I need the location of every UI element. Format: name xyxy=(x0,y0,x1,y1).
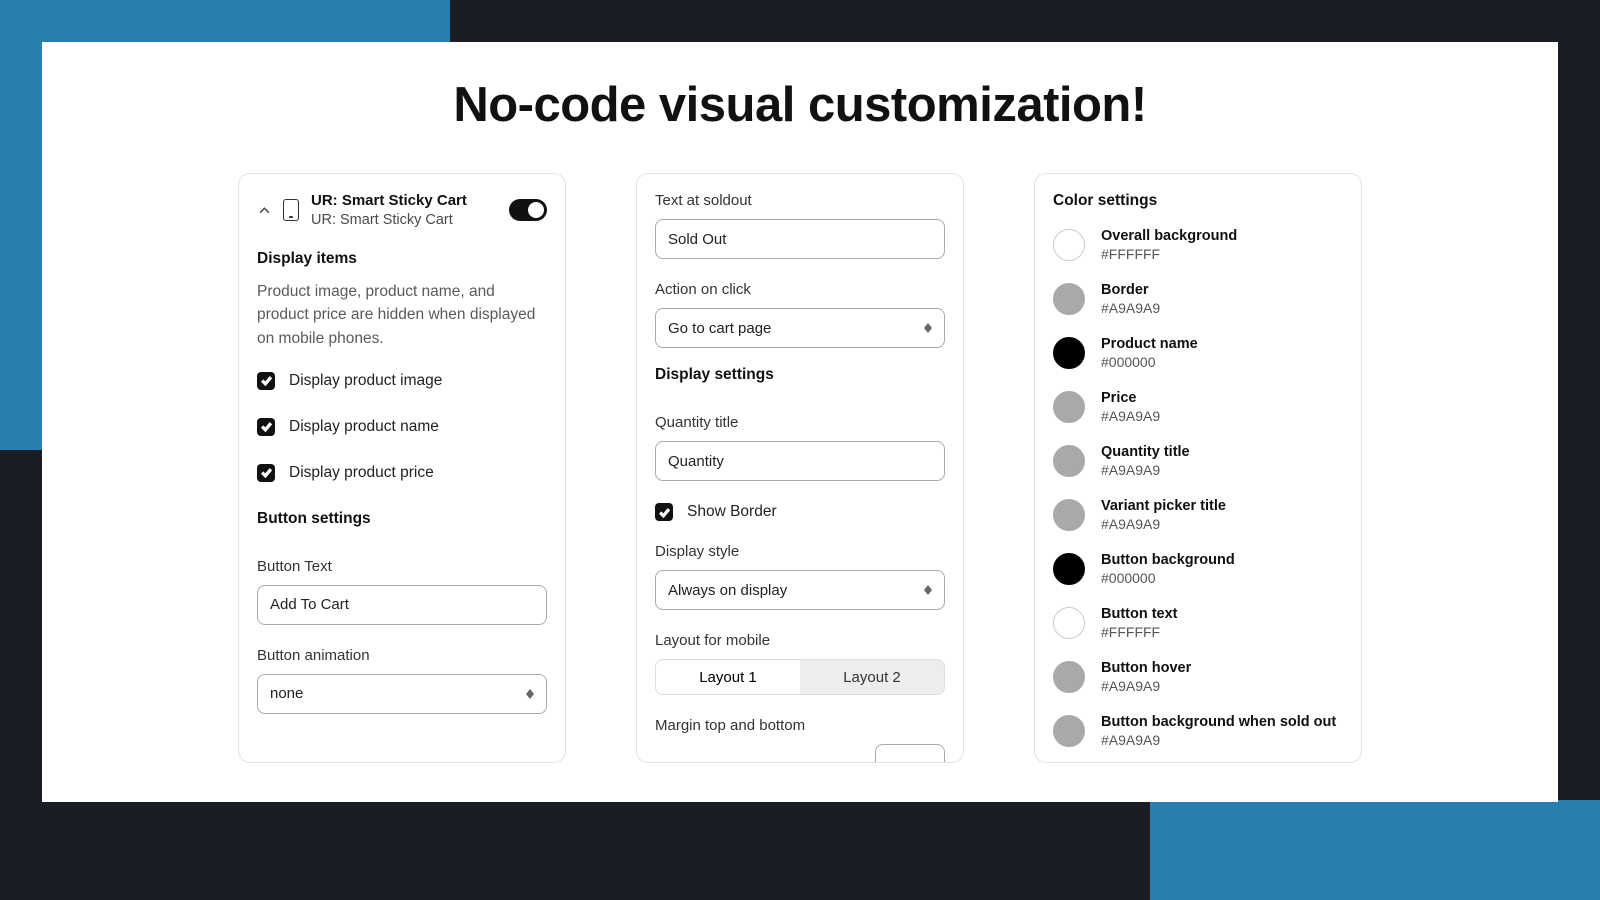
color-swatch[interactable] xyxy=(1053,337,1085,369)
color-hex: #000000 xyxy=(1101,354,1198,370)
main-panel: No-code visual customization! UR: Smart … xyxy=(42,42,1558,802)
color-swatch[interactable] xyxy=(1053,553,1085,585)
checkbox-label: Display product image xyxy=(289,372,442,390)
action-on-click-label: Action on click xyxy=(655,281,945,298)
mobile-icon xyxy=(283,199,299,221)
color-swatch[interactable] xyxy=(1053,229,1085,261)
color-swatch[interactable] xyxy=(1053,607,1085,639)
chevron-up-icon[interactable] xyxy=(257,203,271,217)
card-subtitle: UR: Smart Sticky Cart xyxy=(311,212,497,228)
checkbox-label: Display product name xyxy=(289,418,439,436)
color-name: Border xyxy=(1101,282,1160,298)
card-color-settings: Color settings Overall background #FFFFFF… xyxy=(1034,173,1362,763)
color-name: Quantity title xyxy=(1101,444,1190,460)
select-arrows-icon xyxy=(924,585,932,595)
color-name: Price xyxy=(1101,390,1160,406)
margin-input[interactable] xyxy=(875,744,945,763)
checkbox-icon xyxy=(257,418,275,436)
color-row: Product name #000000 xyxy=(1053,336,1343,370)
checkbox-icon xyxy=(257,372,275,390)
color-name: Button background xyxy=(1101,552,1235,568)
color-swatch[interactable] xyxy=(1053,283,1085,315)
select-arrows-icon xyxy=(526,689,534,699)
display-items-desc: Product image, product name, and product… xyxy=(257,280,547,350)
soldout-label: Text at soldout xyxy=(655,192,945,209)
checkbox-label: Display product price xyxy=(289,464,434,482)
layout-1-button[interactable]: Layout 1 xyxy=(656,660,800,694)
color-row: Quantity title #A9A9A9 xyxy=(1053,444,1343,478)
display-style-label: Display style xyxy=(655,543,945,560)
color-row: Overall background #FFFFFF xyxy=(1053,228,1343,262)
color-hex: #A9A9A9 xyxy=(1101,516,1226,532)
soldout-input[interactable] xyxy=(655,219,945,259)
color-swatch[interactable] xyxy=(1053,391,1085,423)
color-hex: #A9A9A9 xyxy=(1101,678,1191,694)
checkbox-show-border[interactable]: Show Border xyxy=(655,503,945,521)
color-row: Button background when sold out #A9A9A9 xyxy=(1053,714,1343,748)
button-animation-label: Button animation xyxy=(257,647,547,664)
layout-mobile-label: Layout for mobile xyxy=(655,632,945,649)
section-button-settings: Button settings xyxy=(257,510,547,528)
display-style-select[interactable]: Always on display xyxy=(655,570,945,610)
decor-blue-bottomright xyxy=(1150,800,1600,900)
color-name: Product name xyxy=(1101,336,1198,352)
checkbox-label: Show Border xyxy=(687,503,777,521)
layout-2-button[interactable]: Layout 2 xyxy=(800,660,944,694)
color-name: Variant picker title xyxy=(1101,498,1226,514)
quantity-title-input[interactable] xyxy=(655,441,945,481)
color-hex: #FFFFFF xyxy=(1101,624,1178,640)
color-row: Border #A9A9A9 xyxy=(1053,282,1343,316)
cards-row: UR: Smart Sticky Cart UR: Smart Sticky C… xyxy=(42,173,1558,763)
color-name: Button hover xyxy=(1101,660,1191,676)
button-text-input[interactable] xyxy=(257,585,547,625)
color-name: Overall background xyxy=(1101,228,1237,244)
checkbox-icon xyxy=(257,464,275,482)
color-swatch[interactable] xyxy=(1053,715,1085,747)
color-row: Button background #000000 xyxy=(1053,552,1343,586)
color-swatch[interactable] xyxy=(1053,499,1085,531)
card-header: UR: Smart Sticky Cart UR: Smart Sticky C… xyxy=(257,192,547,228)
action-on-click-select[interactable]: Go to cart page xyxy=(655,308,945,348)
color-hex: #000000 xyxy=(1101,570,1235,586)
select-arrows-icon xyxy=(924,323,932,333)
section-display-settings: Display settings xyxy=(655,366,945,384)
color-name: Button text xyxy=(1101,606,1178,622)
color-row: Button text #FFFFFF xyxy=(1053,606,1343,640)
card-display-settings: Text at soldout Action on click Go to ca… xyxy=(636,173,964,763)
color-row: Button hover #A9A9A9 xyxy=(1053,660,1343,694)
checkbox-product-price[interactable]: Display product price xyxy=(257,464,547,482)
quantity-title-label: Quantity title xyxy=(655,414,945,431)
section-display-items: Display items xyxy=(257,250,547,268)
checkbox-icon xyxy=(655,503,673,521)
color-row: Variant picker title #A9A9A9 xyxy=(1053,498,1343,532)
layout-segmented: Layout 1 Layout 2 xyxy=(655,659,945,695)
color-hex: #FFFFFF xyxy=(1101,246,1237,262)
color-hex: #A9A9A9 xyxy=(1101,408,1160,424)
button-animation-select[interactable]: none xyxy=(257,674,547,714)
enable-toggle[interactable] xyxy=(509,199,547,221)
margin-label: Margin top and bottom xyxy=(655,717,945,734)
select-value: Always on display xyxy=(668,582,787,599)
hero-title: No-code visual customization! xyxy=(42,42,1558,133)
color-hex: #A9A9A9 xyxy=(1101,462,1190,478)
section-color-settings: Color settings xyxy=(1053,192,1343,210)
card-title: UR: Smart Sticky Cart xyxy=(311,192,497,209)
checkbox-product-name[interactable]: Display product name xyxy=(257,418,547,436)
color-row: Price #A9A9A9 xyxy=(1053,390,1343,424)
checkbox-product-image[interactable]: Display product image xyxy=(257,372,547,390)
card-display-items: UR: Smart Sticky Cart UR: Smart Sticky C… xyxy=(238,173,566,763)
color-swatch[interactable] xyxy=(1053,661,1085,693)
color-swatch[interactable] xyxy=(1053,445,1085,477)
select-value: Go to cart page xyxy=(668,320,771,337)
color-hex: #A9A9A9 xyxy=(1101,732,1336,748)
button-text-label: Button Text xyxy=(257,558,547,575)
color-name: Button background when sold out xyxy=(1101,714,1336,730)
color-hex: #A9A9A9 xyxy=(1101,300,1160,316)
select-value: none xyxy=(270,685,303,702)
